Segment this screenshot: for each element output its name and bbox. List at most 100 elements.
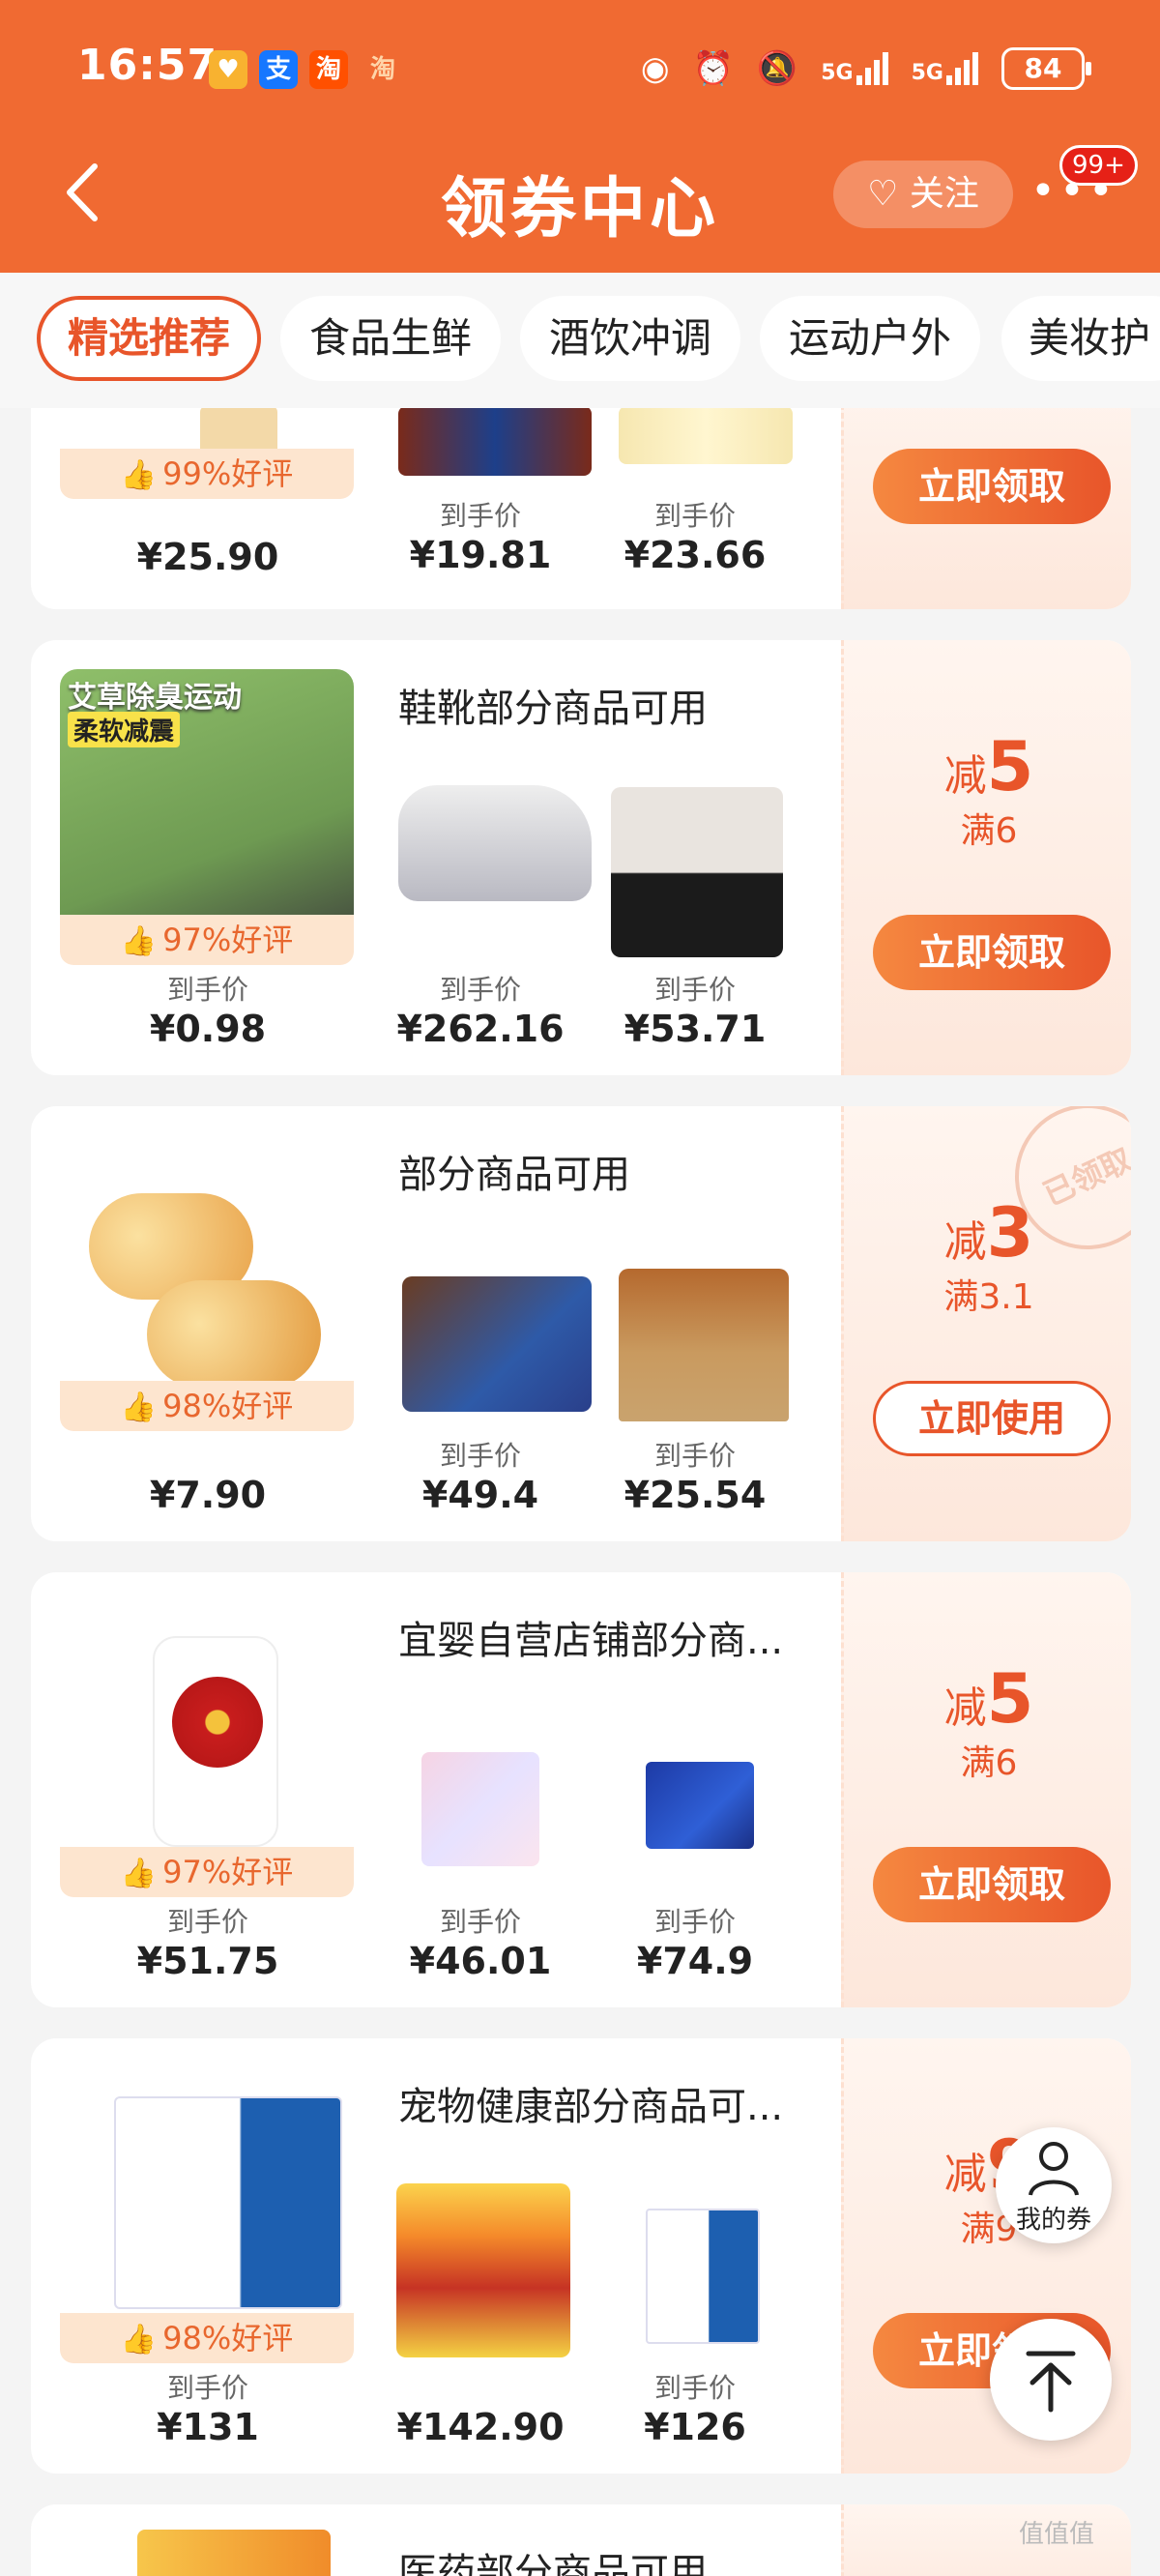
product-item[interactable]: ¥7.90 bbox=[77, 1474, 338, 1516]
rating-ribbon: 👍 98%好评 bbox=[60, 1381, 354, 1431]
product-price: ¥126 bbox=[644, 2406, 746, 2448]
rating-ribbon: 👍 98%好评 bbox=[60, 2313, 354, 2363]
price-label: 到手价 bbox=[653, 500, 736, 532]
coupon-amount: 减3 bbox=[943, 1193, 1034, 1273]
product-item[interactable]: 到手价 ¥23.66 bbox=[565, 495, 826, 576]
product-price: ¥53.71 bbox=[624, 1008, 767, 1050]
price-label: 到手价 bbox=[653, 2372, 736, 2404]
coupon-card[interactable]: 艾草除臭运动 柔软减震 👍 97%好评 鞋靴部分商品可用 到手价 ¥0.98 到手… bbox=[31, 640, 1131, 1075]
product-image bbox=[137, 2530, 331, 2576]
product-price: ¥25.54 bbox=[624, 1474, 767, 1516]
product-item[interactable]: 到手价 ¥74.9 bbox=[565, 1901, 826, 1982]
product-image bbox=[398, 408, 592, 476]
product-price: ¥131 bbox=[157, 2406, 259, 2448]
tab-drinks[interactable]: 酒饮冲调 bbox=[520, 296, 740, 381]
coupon-card[interactable]: 医药部分商品可用 bbox=[31, 2504, 1131, 2576]
category-tabs: 精选推荐 食品生鲜 酒饮冲调 运动户外 美妆护 bbox=[0, 273, 1160, 408]
back-to-top-button[interactable] bbox=[990, 2319, 1112, 2441]
signal-bars-icon bbox=[856, 52, 888, 85]
heart-shield-icon: ♥ bbox=[209, 50, 247, 89]
product-item[interactable]: 到手价 ¥51.75 bbox=[77, 1901, 338, 1982]
coupon-panel: 减5 满6 立即领取 bbox=[841, 640, 1131, 1075]
price-label: 到手价 bbox=[653, 974, 736, 1006]
coupon-threshold: 满3.1 bbox=[943, 1277, 1034, 1317]
tab-food[interactable]: 食品生鲜 bbox=[280, 296, 501, 381]
product-item[interactable]: ¥25.90 bbox=[77, 536, 338, 578]
signal-bars-icon bbox=[946, 52, 978, 85]
product-item[interactable]: 到手价 ¥0.98 bbox=[77, 969, 338, 1050]
alarm-icon: ⏰ bbox=[692, 49, 734, 88]
coupon-description: 医药部分商品可用 bbox=[398, 2551, 708, 2576]
thumbs-up-icon: 👍 bbox=[120, 924, 158, 958]
my-coupons-label: 我的券 bbox=[1015, 2206, 1091, 2235]
product-price: ¥23.66 bbox=[624, 534, 767, 576]
coupon-card[interactable]: 👍 98%好评 部分商品可用 ¥7.90 到手价 ¥49.4 到手价 ¥25.54… bbox=[31, 1106, 1131, 1541]
status-time: 16:57 bbox=[77, 41, 218, 90]
rating-ribbon: 👍 97%好评 bbox=[60, 1847, 354, 1897]
product-item[interactable]: 到手价 ¥131 bbox=[77, 2367, 338, 2448]
heart-plus-icon: ♡ bbox=[867, 174, 899, 214]
coupon-description: 宠物健康部分商品可... bbox=[398, 2085, 784, 2129]
claim-button[interactable]: 立即领取 bbox=[873, 1847, 1111, 1922]
product-item[interactable]: 到手价 ¥53.71 bbox=[565, 969, 826, 1050]
product-image bbox=[619, 408, 793, 464]
signal-5g-2: 5G bbox=[912, 52, 978, 85]
price-label: 到手价 bbox=[653, 1440, 736, 1472]
coupon-description: 鞋靴部分商品可用 bbox=[398, 687, 708, 731]
coupon-panel: 减5 满6 立即领取 bbox=[841, 1572, 1131, 2007]
thumbs-up-icon: 👍 bbox=[120, 1390, 158, 1424]
product-price: ¥74.9 bbox=[636, 1940, 754, 1982]
signal-5g-1: 5G bbox=[821, 52, 888, 85]
product-item[interactable]: 到手价 ¥25.54 bbox=[565, 1435, 826, 1516]
product-item[interactable]: 到手价 ¥126 bbox=[565, 2367, 826, 2448]
alipay-icon: 支 bbox=[259, 50, 298, 89]
promo-text: 艾草除臭运动 bbox=[68, 681, 242, 715]
price-label: 到手价 bbox=[166, 974, 248, 1006]
claim-button[interactable]: 立即领取 bbox=[873, 915, 1111, 990]
notification-badge: 99+ bbox=[1059, 145, 1138, 186]
coupon-card[interactable]: 👍 99%好评 ¥25.90 到手价 ¥19.81 到手价 ¥23.66 立即领取 bbox=[31, 408, 1131, 609]
arrow-up-icon bbox=[1026, 2351, 1076, 2413]
rating-ribbon: 👍 99%好评 bbox=[60, 449, 354, 499]
product-image bbox=[611, 787, 783, 957]
eye-icon: ◉ bbox=[640, 49, 670, 88]
coupon-threshold: 满6 bbox=[960, 1743, 1018, 1783]
coupon-list: 👍 99%好评 ¥25.90 到手价 ¥19.81 到手价 ¥23.66 立即领取… bbox=[0, 408, 1160, 2576]
rating-ribbon: 👍 97%好评 bbox=[60, 915, 354, 965]
coupon-amount: 减5 bbox=[943, 727, 1034, 806]
use-button[interactable]: 立即使用 bbox=[873, 1381, 1111, 1456]
product-price: ¥51.75 bbox=[136, 1940, 279, 1982]
status-bar: 16:57 ♥ 支 淘 淘 ◉ ⏰ 🔕 5G 5G 84 bbox=[0, 0, 1160, 145]
coupon-threshold: 满6 bbox=[960, 811, 1018, 851]
watermark: 值值值 bbox=[1019, 2520, 1095, 2549]
product-price: ¥25.90 bbox=[136, 536, 279, 578]
thumbs-up-icon: 👍 bbox=[120, 458, 158, 492]
claim-button[interactable]: 立即领取 bbox=[873, 449, 1111, 524]
tab-featured[interactable]: 精选推荐 bbox=[37, 296, 261, 381]
taobao-mini-icon: 淘 bbox=[369, 55, 395, 84]
price-label: 到手价 bbox=[166, 2372, 248, 2404]
coupon-panel: 已领取 减3 满3.1 立即使用 bbox=[841, 1106, 1131, 1541]
product-image bbox=[75, 1164, 338, 1389]
my-coupons-button[interactable]: 我的券 bbox=[996, 2127, 1112, 2243]
product-image bbox=[153, 1636, 278, 1847]
follow-label: 关注 bbox=[909, 174, 979, 214]
product-image bbox=[646, 2209, 760, 2344]
coupon-panel: 立即领取 bbox=[841, 408, 1131, 609]
tab-outdoor[interactable]: 运动户外 bbox=[760, 296, 980, 381]
coupon-amount: 减5 bbox=[943, 1659, 1034, 1739]
coupon-card[interactable]: 👍 98%好评 宠物健康部分商品可... 到手价 ¥131 ¥142.90 到手价… bbox=[31, 2038, 1131, 2474]
follow-button[interactable]: ♡ 关注 bbox=[833, 161, 1013, 228]
status-right-group: ◉ ⏰ 🔕 5G 5G 84 bbox=[640, 44, 1091, 93]
taobao-icon: 淘 bbox=[309, 50, 348, 89]
tab-beauty[interactable]: 美妆护 bbox=[1001, 296, 1160, 381]
mute-icon: 🔕 bbox=[756, 49, 798, 88]
product-price: ¥7.90 bbox=[149, 1474, 267, 1516]
coupon-card[interactable]: 👍 97%好评 宜婴自营店铺部分商... 到手价 ¥51.75 到手价 ¥46.0… bbox=[31, 1572, 1131, 2007]
thumbs-up-icon: 👍 bbox=[120, 1857, 158, 1890]
promo-subtext: 柔软减震 bbox=[68, 712, 181, 747]
header-bar: 16:57 ♥ 支 淘 淘 ◉ ⏰ 🔕 5G 5G 84 领券中心 ♡ 关注 •… bbox=[0, 0, 1160, 273]
coupon-description: 部分商品可用 bbox=[398, 1153, 630, 1197]
price-label: 到手价 bbox=[166, 1906, 248, 1938]
user-icon bbox=[1029, 2142, 1079, 2196]
